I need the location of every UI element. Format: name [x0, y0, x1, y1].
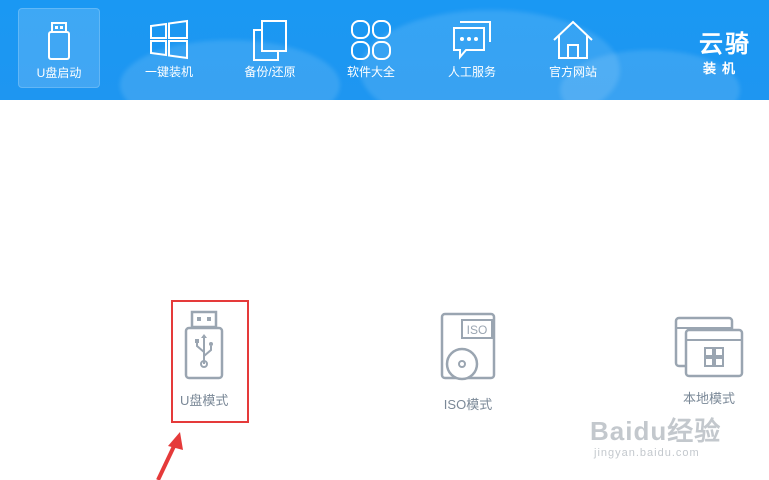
iso-disc-icon: ISO — [440, 312, 496, 381]
nav-label: 人工服务 — [447, 65, 496, 79]
windows-icon — [150, 19, 188, 60]
brand-subtitle: 装机 — [703, 62, 742, 77]
copy-icon — [253, 20, 287, 61]
mode-label: ISO模式 — [443, 397, 493, 412]
nav-label: 软件大全 — [346, 65, 395, 79]
nav-official-site[interactable]: 官方网站 — [523, 8, 623, 88]
nav-usb-boot[interactable]: U盘启动 — [18, 8, 100, 88]
home-icon — [553, 20, 593, 59]
watermark-main: Baidu经验 — [590, 416, 722, 446]
nav-backup-restore[interactable]: 备份/还原 — [220, 8, 320, 88]
brand-title: 云骑 — [699, 29, 751, 58]
nav-label: 官方网站 — [548, 65, 597, 79]
nav-label: U盘启动 — [36, 66, 82, 80]
nav-one-click-install[interactable]: 一键装机 — [119, 8, 219, 88]
main-nav: U盘启动 一键装机 备份/还原 软件大全 人工服务 官方网站 — [18, 8, 624, 88]
local-windows-icon — [674, 316, 744, 378]
nav-label: 一键装机 — [144, 65, 193, 79]
mode-iso[interactable]: ISO ISO模式 — [438, 310, 498, 413]
iso-badge-text: ISO — [467, 323, 488, 337]
red-arrow-icon — [156, 432, 183, 480]
watermark-sub: jingyan.baidu.com — [594, 447, 700, 459]
usb-drive-icon — [48, 22, 70, 60]
selection-highlight — [171, 300, 249, 423]
nav-software[interactable]: 软件大全 — [321, 8, 421, 88]
apps-grid-icon — [351, 20, 391, 60]
top-toolbar: U盘启动 一键装机 备份/还原 软件大全 人工服务 官方网站 云骑 装机 — [0, 0, 769, 100]
chat-icon — [453, 21, 491, 60]
brand-logo: 云骑 装机 — [699, 24, 769, 84]
baidu-watermark: Baidu经验 jingyan.baidu.com — [588, 393, 769, 480]
nav-label: 备份/还原 — [244, 65, 296, 79]
nav-support[interactable]: 人工服务 — [422, 8, 522, 88]
